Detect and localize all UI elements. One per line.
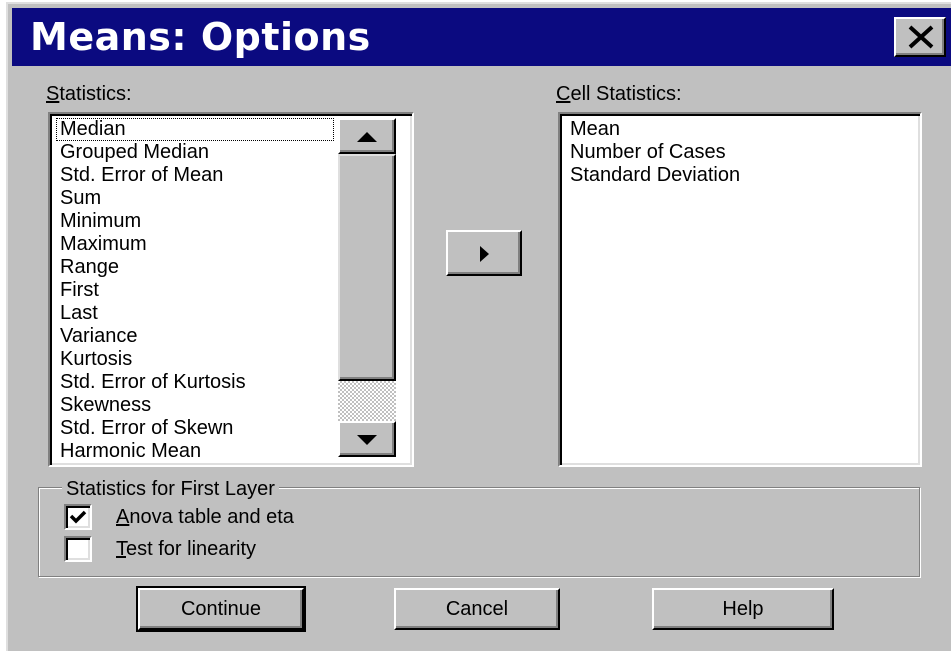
statistics-list-item[interactable]: Maximum (56, 233, 334, 256)
checkmark-icon (69, 510, 87, 524)
cell-statistics-listbox[interactable]: Mean Number of Cases Standard Deviation (558, 112, 922, 467)
statistics-list-item[interactable]: Sum (56, 187, 334, 210)
statistics-list-item[interactable]: Skewness (56, 394, 334, 417)
anova-checkbox[interactable] (64, 504, 92, 530)
statistics-list-item[interactable]: First (56, 279, 334, 302)
cell-statistics-list-item[interactable]: Number of Cases (566, 141, 740, 164)
up-arrow-icon (357, 132, 377, 142)
statistics-list-item[interactable]: Std. Error of Kurtosis (56, 371, 334, 394)
statistics-listbox[interactable]: Median Grouped Median Std. Error of Mean Su… (48, 112, 414, 467)
cell-statistics-list-item[interactable]: Mean (566, 118, 740, 141)
linearity-checkbox[interactable] (64, 536, 92, 562)
means-options-dialog: Means: Options Statistics: Median Grouped… (6, 2, 951, 651)
statistics-list-item[interactable]: Std. Error of Skewn (56, 417, 334, 440)
first-layer-group-title: Statistics for First Layer (62, 478, 279, 500)
move-right-button[interactable] (446, 230, 522, 276)
help-button[interactable]: Help (652, 588, 834, 630)
statistics-list-item[interactable]: Range (56, 256, 334, 279)
statistics-list-item[interactable]: Median (56, 118, 334, 141)
statistics-list-item[interactable]: Minimum (56, 210, 334, 233)
scroll-thumb[interactable] (338, 154, 396, 381)
statistics-list-item[interactable]: Last (56, 302, 334, 325)
close-icon (908, 25, 934, 49)
statistics-list: Median Grouped Median Std. Error of Mean Su… (56, 118, 334, 463)
anova-label: Anova table and eta (116, 506, 294, 528)
cell-statistics-list: Mean Number of Cases Standard Deviation (566, 118, 740, 187)
title-bar[interactable]: Means: Options (12, 8, 951, 66)
scroll-up-button[interactable] (338, 118, 396, 154)
statistics-list-item[interactable]: Kurtosis (56, 348, 334, 371)
cell-statistics-label: Cell Statistics: (556, 83, 682, 105)
statistics-list-item[interactable]: Variance (56, 325, 334, 348)
statistics-list-item[interactable]: Harmonic Mean (56, 440, 334, 463)
cancel-button[interactable]: Cancel (394, 588, 560, 630)
statistics-list-item[interactable]: Grouped Median (56, 141, 334, 164)
cell-statistics-list-item[interactable]: Standard Deviation (566, 164, 740, 187)
right-arrow-icon (480, 246, 489, 262)
scroll-down-button[interactable] (338, 421, 396, 457)
down-arrow-icon (357, 435, 377, 445)
window-title: Means: Options (30, 15, 371, 59)
statistics-list-item[interactable]: Std. Error of Mean (56, 164, 334, 187)
continue-button[interactable]: Continue (136, 586, 306, 632)
close-button[interactable] (894, 17, 946, 57)
statistics-scrollbar[interactable] (338, 118, 396, 457)
statistics-label: Statistics: (46, 83, 132, 105)
linearity-label: Test for linearity (116, 538, 257, 560)
scroll-track[interactable] (338, 381, 396, 421)
first-layer-groupbox (38, 487, 920, 577)
